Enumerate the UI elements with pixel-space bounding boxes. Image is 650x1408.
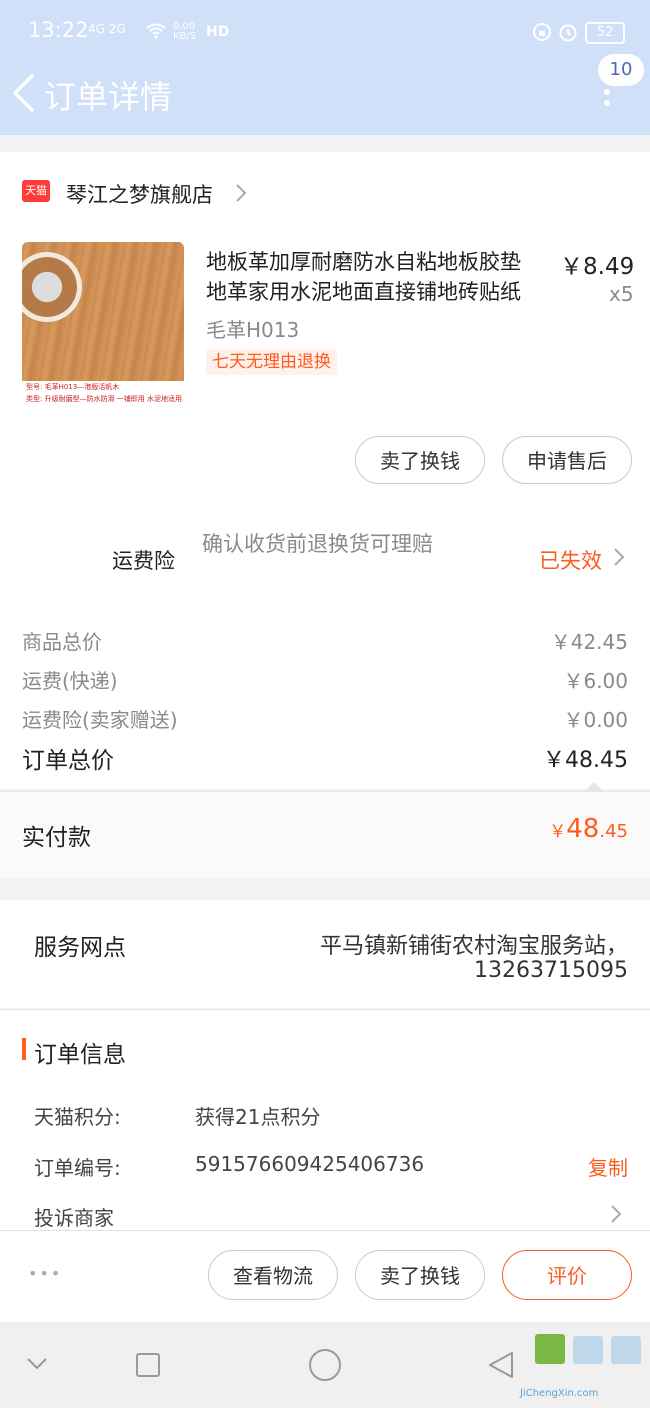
product-sku: 毛革H013 xyxy=(206,318,300,342)
top-header-bar: 13:22 4G 2G 0.00 KB/S HD 52 订单详情 10 xyxy=(0,0,650,135)
tmall-logo-icon: 天猫 xyxy=(22,180,50,202)
summary-value-goods: ￥42.45 xyxy=(550,630,628,654)
chevron-right-icon[interactable] xyxy=(234,182,248,208)
points-value: 获得21点积分 xyxy=(195,1105,321,1129)
back-button[interactable] xyxy=(10,73,36,117)
shipping-insurance-desc: 确认收货前退换货可理赔 xyxy=(202,532,433,556)
product-roll-graphic xyxy=(22,252,82,322)
watermark-text: JiChengXin.com xyxy=(520,1388,599,1399)
review-button[interactable]: 评价 xyxy=(502,1250,632,1300)
copy-order-number-button[interactable]: 复制 xyxy=(588,1152,628,1181)
message-count-badge[interactable]: 10 xyxy=(598,54,644,86)
order-number-label: 订单编号: xyxy=(34,1156,121,1180)
summary-label-insurance: 运费险(卖家赠送) xyxy=(22,708,178,732)
paid-label: 实付款 xyxy=(22,825,91,851)
sell-for-cash-bottom-button[interactable]: 卖了换钱 xyxy=(355,1250,485,1300)
complain-merchant-link[interactable]: 投诉商家 xyxy=(34,1202,114,1231)
shop-name[interactable]: 琴江之梦旗舰店 xyxy=(66,179,213,209)
paid-currency: ￥ xyxy=(549,822,567,842)
paid-amount: ￥48.45 xyxy=(549,814,628,844)
summary-label-goods: 商品总价 xyxy=(22,630,102,654)
product-price: ￥8.49 xyxy=(560,254,635,280)
summary-label-shipping: 运费(快递) xyxy=(22,669,118,693)
chevron-down-icon[interactable] xyxy=(26,1356,48,1375)
back-nav-icon[interactable] xyxy=(486,1350,516,1384)
home-icon[interactable] xyxy=(308,1348,342,1386)
product-title-line2[interactable]: 地革家用水泥地面直接铺地砖贴纸 xyxy=(206,276,521,306)
watermark-logo xyxy=(533,1332,648,1392)
status-time: 13:22 xyxy=(28,18,89,42)
network-speed: 0.00 KB/S xyxy=(173,21,197,42)
product-image-caption: 型号: 毛革H013—港版活帆木 类型: 升级耐磨型—防水防滑 一铺即用 水泥地… xyxy=(22,381,184,405)
chevron-right-icon[interactable] xyxy=(609,1203,623,1229)
shipping-insurance-status[interactable]: 已失效 xyxy=(539,545,602,575)
apply-after-sale-button[interactable]: 申请售后 xyxy=(502,436,632,484)
alarm-icon xyxy=(558,22,578,47)
recent-apps-icon[interactable] xyxy=(135,1352,161,1382)
section-accent-bar xyxy=(22,1038,26,1060)
system-navigation-bar: JiChengXin.com xyxy=(0,1322,650,1408)
order-total-value: ￥48.45 xyxy=(543,748,628,773)
view-logistics-button[interactable]: 查看物流 xyxy=(208,1250,338,1300)
order-info-title: 订单信息 xyxy=(34,1042,126,1068)
product-image[interactable]: 型号: 毛革H013—港版活帆木 类型: 升级耐磨型—防水防滑 一铺即用 水泥地… xyxy=(22,242,184,405)
order-number-value: 591576609425406736 xyxy=(195,1152,425,1176)
page-title: 订单详情 xyxy=(44,78,173,116)
signal-icon: 4G 2G xyxy=(88,22,126,36)
summary-value-shipping: ￥6.00 xyxy=(563,669,628,693)
more-menu-icon[interactable] xyxy=(603,88,611,112)
return-policy-tag: 七天无理由退换 xyxy=(206,349,337,375)
chevron-right-icon[interactable] xyxy=(612,546,626,572)
service-point-value-line1: 平马镇新铺街农村淘宝服务站， xyxy=(319,934,628,959)
points-label: 天猫积分: xyxy=(34,1105,121,1129)
paid-integer: 48 xyxy=(566,814,600,844)
pointer-arrow xyxy=(584,782,604,792)
paid-decimal: .45 xyxy=(599,821,628,842)
battery-icon: 52 xyxy=(585,22,625,44)
service-point-label: 服务网点 xyxy=(34,935,126,961)
product-quantity: x5 xyxy=(609,282,634,306)
service-point-value-line2: 13263715095 xyxy=(474,958,628,983)
lock-icon xyxy=(533,22,551,46)
hd-icon: HD xyxy=(206,24,230,40)
product-title-line1[interactable]: 地板革加厚耐磨防水自粘地板胶垫 xyxy=(206,246,521,276)
order-total-label: 订单总价 xyxy=(22,748,114,774)
shipping-insurance-label: 运费险 xyxy=(112,549,175,573)
summary-value-insurance: ￥0.00 xyxy=(563,708,628,732)
wifi-icon xyxy=(146,20,166,44)
sell-for-cash-button[interactable]: 卖了换钱 xyxy=(355,436,485,484)
image-caption-line1: 型号: 毛革H013—港版活帆木 xyxy=(26,383,120,391)
more-actions-button[interactable]: ••• xyxy=(28,1264,62,1283)
image-caption-line2: 类型: 升级耐磨型—防水防滑 一铺即用 水泥地适用 xyxy=(26,395,183,403)
